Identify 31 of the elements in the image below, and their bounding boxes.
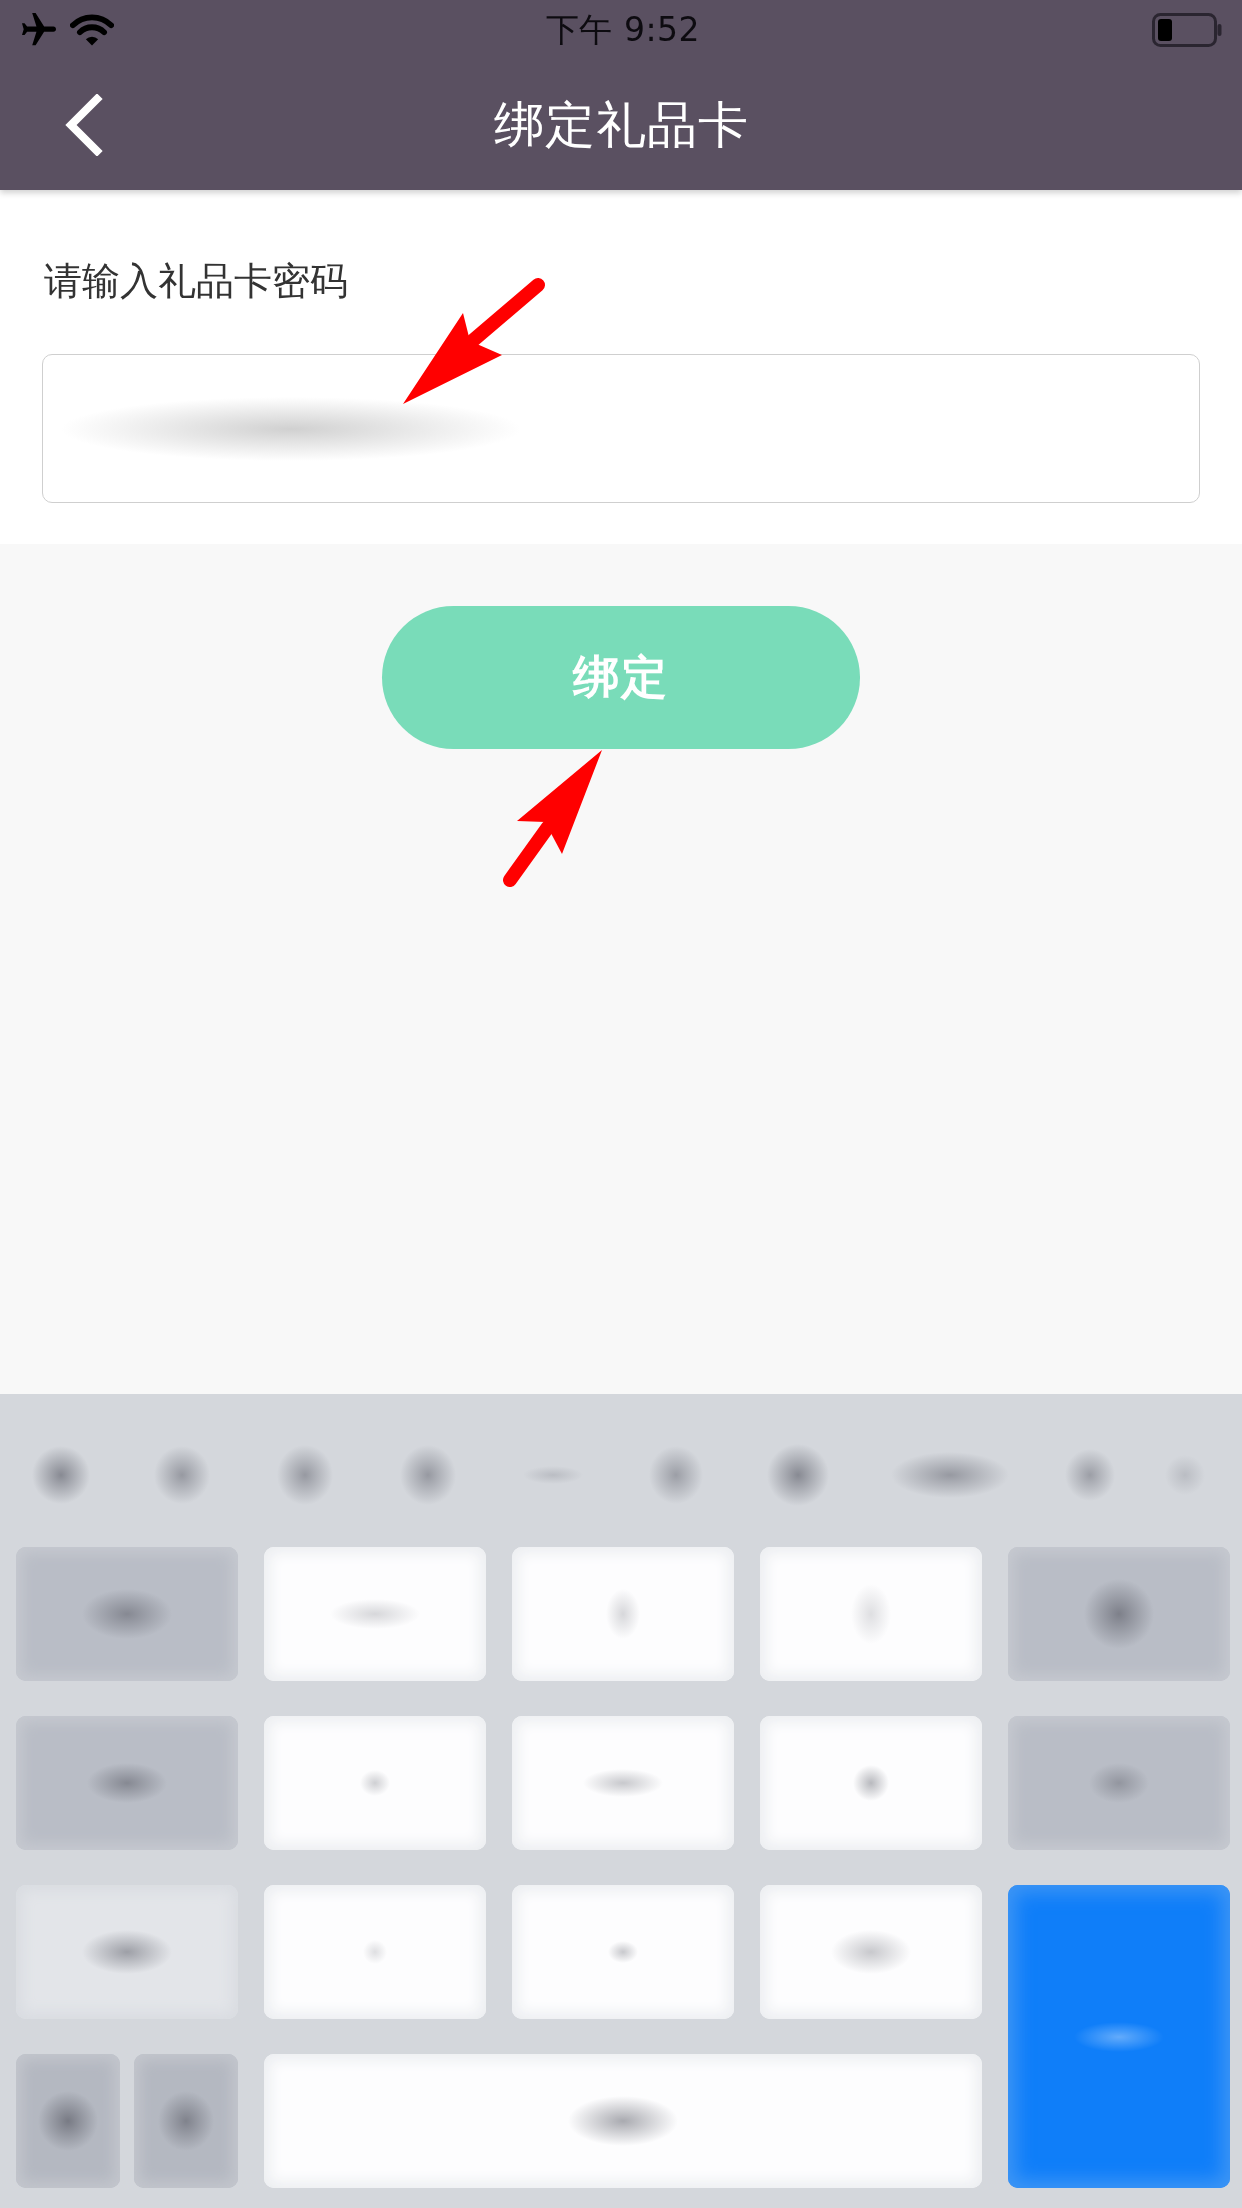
keyboard-key[interactable] xyxy=(1008,1547,1230,1681)
keyboard-key[interactable] xyxy=(760,1547,982,1681)
keyboard-key[interactable] xyxy=(264,1885,486,2019)
wifi-icon xyxy=(70,13,114,47)
keyboard-key[interactable] xyxy=(16,2054,120,2188)
keyboard-key[interactable] xyxy=(134,2054,238,2188)
keyboard-key[interactable] xyxy=(264,2054,982,2188)
blurred-glyph-icon xyxy=(360,1770,390,1796)
back-icon[interactable] xyxy=(64,94,104,156)
blurred-glyph-icon xyxy=(363,1940,387,1964)
keyboard-key[interactable] xyxy=(1008,1716,1230,1850)
bind-button[interactable]: 绑定 xyxy=(382,606,860,749)
keyboard-key[interactable] xyxy=(760,1716,982,1850)
keyboard-key[interactable] xyxy=(264,1716,486,1850)
keyboard-key[interactable] xyxy=(16,1716,238,1850)
blurred-glyph-icon xyxy=(608,1941,638,1963)
battery-icon xyxy=(1152,13,1222,47)
field-label: 请输入礼品卡密码 xyxy=(43,258,348,305)
keyboard-key[interactable] xyxy=(512,1547,734,1681)
keyboard-key[interactable] xyxy=(16,1547,238,1681)
blurred-glyph-icon xyxy=(853,1765,889,1801)
keyboard-key[interactable] xyxy=(16,1885,238,2019)
keyboard-key[interactable] xyxy=(512,1716,734,1850)
keyboard-key[interactable] xyxy=(1008,1885,1230,2188)
input-field[interactable] xyxy=(42,354,1200,503)
status-time: 下午 9:52 xyxy=(545,10,701,50)
page-title: 绑定礼品卡 xyxy=(493,95,749,156)
airplane-icon xyxy=(22,13,56,47)
keyboard-key[interactable] xyxy=(264,1547,486,1681)
keyboard-key[interactable] xyxy=(760,1885,982,2019)
keyboard-key[interactable] xyxy=(512,1885,734,2019)
